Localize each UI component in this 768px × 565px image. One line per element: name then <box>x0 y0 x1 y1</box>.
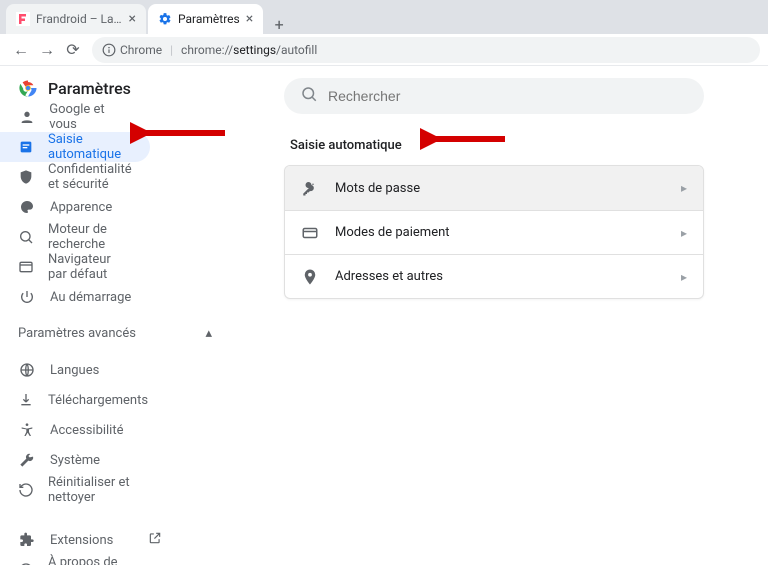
reload-button[interactable]: ⟳ <box>60 37 86 63</box>
row-payment-methods[interactable]: Modes de paiement ▸ <box>285 210 703 254</box>
sidebar-item-languages[interactable]: Langues <box>0 355 150 385</box>
location-icon <box>301 268 319 286</box>
sidebar-item-label: Google et vous <box>49 102 132 132</box>
download-icon <box>18 392 34 408</box>
row-label: Adresses et autres <box>335 269 443 284</box>
row-passwords[interactable]: Mots de passe ▸ <box>285 166 703 210</box>
row-label: Modes de paiement <box>335 225 450 240</box>
frandroid-favicon-icon <box>16 12 30 26</box>
power-icon <box>18 289 36 305</box>
close-icon[interactable]: × <box>129 11 136 27</box>
main-content: Saisie automatique Mots de passe ▸ Modes… <box>230 66 768 565</box>
row-label: Mots de passe <box>335 181 420 196</box>
palette-icon <box>18 199 36 215</box>
advanced-toggle[interactable]: Paramètres avancés ▴ <box>0 312 230 351</box>
chevron-right-icon: ▸ <box>681 181 687 195</box>
tab-settings[interactable]: Paramètres × <box>148 4 263 34</box>
sidebar-item-google-and-you[interactable]: Google et vous <box>0 102 150 132</box>
section-title: Saisie automatique <box>290 138 704 153</box>
sidebar-item-label: Navigateur par défaut <box>48 252 132 282</box>
sidebar-item-on-startup[interactable]: Au démarrage <box>0 282 150 312</box>
back-button[interactable]: ← <box>8 37 34 63</box>
gear-icon <box>158 12 172 26</box>
url-text: chrome://settings/autofill <box>181 43 317 57</box>
advanced-label: Paramètres avancés <box>18 326 136 341</box>
sidebar-item-about-chrome[interactable]: À propos de Chrome <box>0 555 150 565</box>
sidebar-item-label: Accessibilité <box>50 423 124 438</box>
autofill-card: Mots de passe ▸ Modes de paiement ▸ Adre… <box>284 165 704 299</box>
restore-icon <box>18 482 34 498</box>
sidebar-item-privacy[interactable]: Confidentialité et sécurité <box>0 162 150 192</box>
sidebar: Paramètres Google et vous Saisie automat… <box>0 66 230 565</box>
sidebar-item-label: Téléchargements <box>48 393 148 408</box>
person-icon <box>18 109 35 125</box>
sidebar-item-label: Moteur de recherche <box>48 222 132 252</box>
sidebar-item-extensions[interactable]: Extensions <box>0 525 180 555</box>
credit-card-icon <box>301 224 319 242</box>
sidebar-item-label: Confidentialité et sécurité <box>48 162 132 192</box>
chevron-up-icon: ▴ <box>205 326 212 341</box>
sidebar-item-downloads[interactable]: Téléchargements <box>0 385 150 415</box>
address-bar[interactable]: Chrome | chrome://settings/autofill <box>92 37 760 63</box>
sidebar-item-label: Extensions <box>50 533 134 548</box>
sidebar-item-label: À propos de Chrome <box>48 555 132 565</box>
tab-strip: Frandroid – La référence tech po… × Para… <box>0 0 768 34</box>
key-icon <box>301 179 319 197</box>
sidebar-item-label: Langues <box>50 363 99 378</box>
sidebar-item-label: Saisie automatique <box>48 132 132 162</box>
search-icon <box>300 85 318 107</box>
sidebar-item-label: Réinitialiser et nettoyer <box>48 475 132 505</box>
chevron-right-icon: ▸ <box>681 226 687 240</box>
extension-icon <box>18 532 36 548</box>
tab-title: Frandroid – La référence tech po… <box>36 12 123 26</box>
sidebar-item-search-engine[interactable]: Moteur de recherche <box>0 222 150 252</box>
site-info-icon[interactable]: Chrome <box>102 43 162 57</box>
search-input[interactable] <box>328 88 688 104</box>
search-icon <box>18 229 34 245</box>
sidebar-item-accessibility[interactable]: Accessibilité <box>0 415 150 445</box>
chrome-logo-icon <box>18 78 38 98</box>
new-tab-button[interactable]: + <box>265 15 293 34</box>
sidebar-item-default-browser[interactable]: Navigateur par défaut <box>0 252 150 282</box>
forward-button[interactable]: → <box>34 37 60 63</box>
sidebar-item-label: Au démarrage <box>50 290 131 305</box>
page-title: Paramètres <box>48 79 131 98</box>
toolbar: ← → ⟳ Chrome | chrome://settings/autofil… <box>0 34 768 66</box>
wrench-icon <box>18 452 36 468</box>
open-in-new-icon <box>148 531 162 549</box>
sidebar-item-reset[interactable]: Réinitialiser et nettoyer <box>0 475 150 505</box>
sidebar-item-label: Système <box>50 453 100 468</box>
accessibility-icon <box>18 422 36 438</box>
window-icon <box>18 259 34 275</box>
sidebar-item-appearance[interactable]: Apparence <box>0 192 150 222</box>
sidebar-item-system[interactable]: Système <box>0 445 150 475</box>
globe-icon <box>18 362 36 378</box>
tab-frandroid[interactable]: Frandroid – La référence tech po… × <box>6 4 146 34</box>
sidebar-item-label: Apparence <box>50 200 112 215</box>
close-icon[interactable]: × <box>246 11 253 27</box>
autofill-icon <box>18 139 34 155</box>
row-addresses[interactable]: Adresses et autres ▸ <box>285 254 703 298</box>
settings-search[interactable] <box>284 78 704 114</box>
tab-title: Paramètres <box>178 12 240 26</box>
shield-icon <box>18 169 34 185</box>
sidebar-item-autofill[interactable]: Saisie automatique <box>0 132 150 162</box>
scheme-label: Chrome <box>120 43 162 57</box>
chevron-right-icon: ▸ <box>681 270 687 284</box>
